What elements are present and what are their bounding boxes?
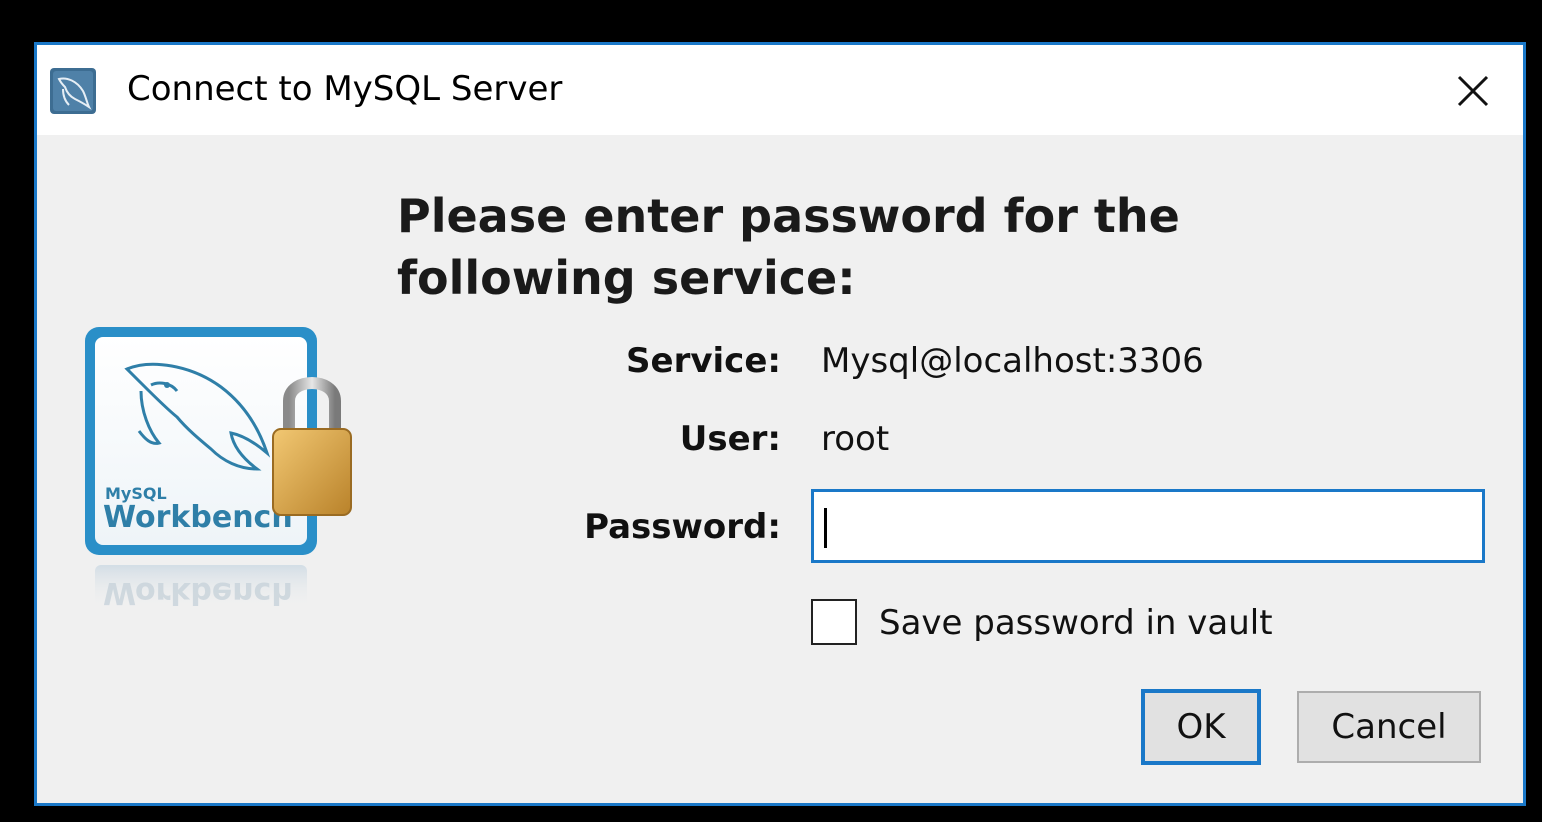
password-label: Password: [584,507,781,547]
close-icon[interactable] [1455,73,1491,109]
password-field[interactable] [811,489,1485,563]
text-caret [824,508,827,548]
user-label: User: [679,419,781,459]
screen-background: Connect to MySQL Server MySQL Workbench … [0,0,1542,822]
mysql-workbench-icon [49,67,97,115]
window-title: Connect to MySQL Server [127,69,563,109]
logo-reflection: Workbench [103,575,293,610]
cancel-button[interactable]: Cancel [1297,691,1481,763]
title-bar: Connect to MySQL Server [37,45,1523,135]
close-button[interactable] [1441,59,1505,123]
service-label: Service: [626,341,781,381]
workbench-logo: MySQL Workbench Workbench [81,321,371,631]
ok-button[interactable]: OK [1141,689,1261,765]
user-value: root [821,419,890,459]
save-password-checkbox[interactable] [811,599,857,645]
logo-brand-large: Workbench [103,500,293,535]
service-value: Mysql@localhost:3306 [821,341,1204,381]
connect-dialog: Connect to MySQL Server MySQL Workbench … [34,42,1526,806]
prompt-heading-line2: following service: [397,251,856,305]
prompt-heading-line1: Please enter password for the [397,189,1180,243]
prompt-heading: Please enter password for the following … [397,185,1397,309]
save-password-label[interactable]: Save password in vault [879,601,1273,645]
